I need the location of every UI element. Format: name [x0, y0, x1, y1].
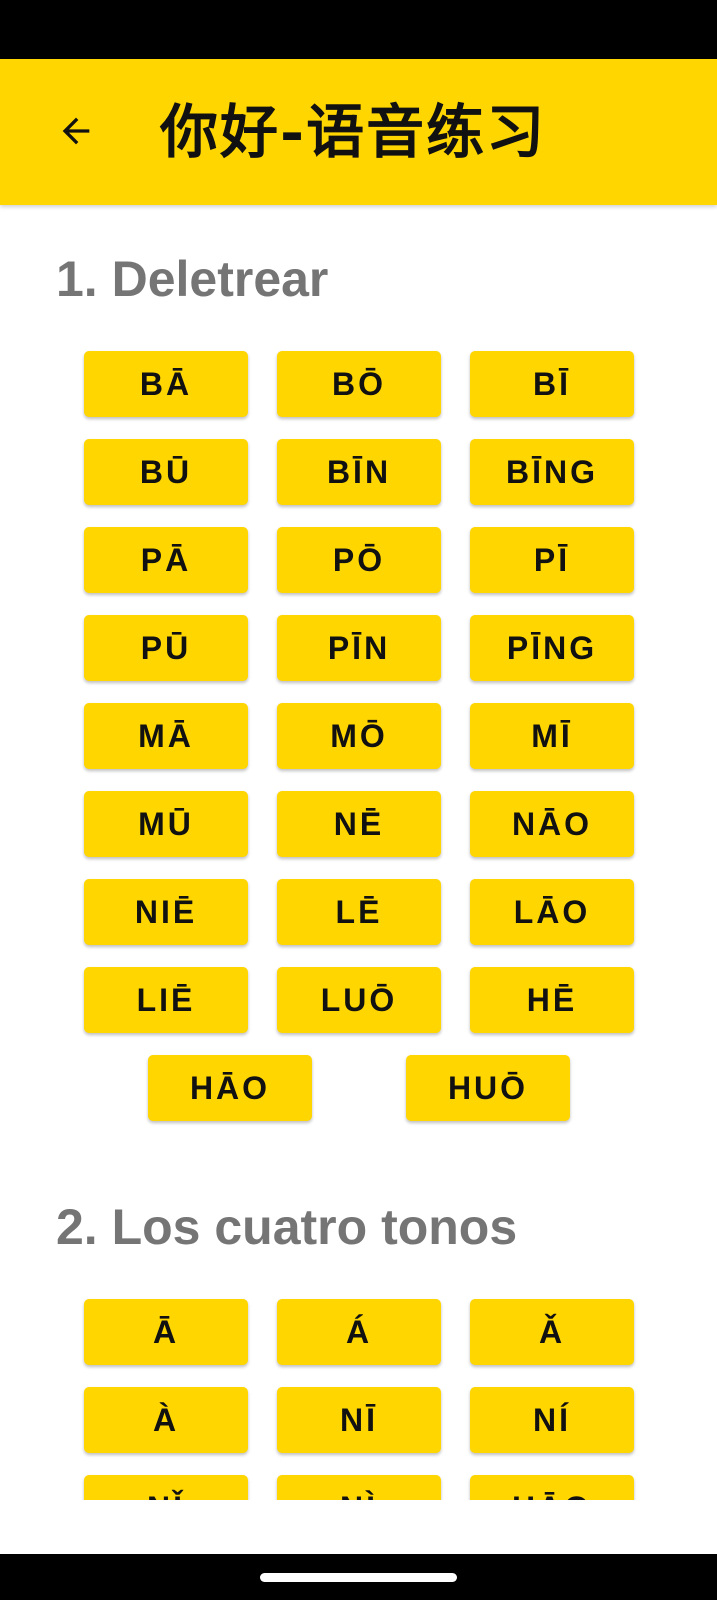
syllable-button[interactable]: LĒ [277, 879, 441, 945]
tones-syllable-grid: ĀÁǍ À NĪ NÍ NǏ NÌ HĀO [84, 1299, 635, 1500]
syllable-button[interactable]: NIĒ [84, 879, 248, 945]
section-title-spelling: 1. Deletrear [56, 251, 329, 307]
syllable-button[interactable]: NÌ [277, 1475, 441, 1500]
syllable-button[interactable]: PŪ [84, 615, 248, 681]
syllable-button[interactable]: MĪ [470, 703, 634, 769]
syllable-button[interactable]: PŌ [277, 527, 441, 593]
syllable-button[interactable]: LĀO [470, 879, 634, 945]
syllable-button[interactable]: BĪNG [470, 439, 634, 505]
syllable-button[interactable]: PĪNG [470, 615, 634, 681]
syllable-button[interactable]: À [84, 1387, 248, 1453]
syllable-button[interactable]: NĀO [470, 791, 634, 857]
syllable-button[interactable]: Ǎ [470, 1299, 634, 1365]
syllable-button[interactable]: BĪN [277, 439, 441, 505]
syllable-button[interactable]: BĀ [84, 351, 248, 417]
syllable-button[interactable]: BĪ [470, 351, 634, 417]
syllable-button[interactable]: Á [277, 1299, 441, 1365]
syllable-button[interactable]: NǏ [84, 1475, 248, 1500]
syllable-button[interactable]: NĒ [277, 791, 441, 857]
syllable-button[interactable]: NĪ [277, 1387, 441, 1453]
status-bar [0, 0, 717, 59]
spelling-last-row: HĀO HUŌ [148, 1055, 570, 1121]
syllable-button[interactable]: BŌ [277, 351, 441, 417]
content-scroll-area[interactable]: 1. Deletrear BĀ BŌ BĪ BŪ BĪN BĪNG PĀ PŌ PĪ PŪ PĪN P… [0, 205, 717, 1500]
home-indicator[interactable] [260, 1573, 457, 1582]
syllable-button[interactable]: HĒ [470, 967, 634, 1033]
app-bar: 你好-语音练习 [0, 59, 717, 205]
section-title-four-tones: 2. Los cuatro tonos [56, 1199, 518, 1255]
syllable-button[interactable]: PĀ [84, 527, 248, 593]
navigation-bar [0, 1554, 717, 1600]
syllable-button[interactable]: MŪ [84, 791, 248, 857]
syllable-button[interactable]: BŪ [84, 439, 248, 505]
syllable-button[interactable]: HĀO [148, 1055, 312, 1121]
back-button[interactable] [48, 103, 104, 159]
syllable-button[interactable]: HUŌ [406, 1055, 570, 1121]
arrow-left-icon [62, 117, 90, 145]
syllable-button[interactable]: PĪ [470, 527, 634, 593]
app-title: 你好-语音练习 [160, 98, 547, 166]
syllable-button[interactable]: NÍ [470, 1387, 634, 1453]
syllable-button[interactable]: Ā [84, 1299, 248, 1365]
syllable-button[interactable]: LUŌ [277, 967, 441, 1033]
spelling-syllable-grid: BĀ BŌ BĪ BŪ BĪN BĪNG PĀ PŌ PĪ PŪ PĪN PĪNG MĀ MŌ MĪ MŪ NĒ… [84, 351, 635, 1033]
syllable-button[interactable]: MĀ [84, 703, 248, 769]
syllable-button[interactable]: MŌ [277, 703, 441, 769]
syllable-button[interactable]: PĪN [277, 615, 441, 681]
syllable-button[interactable]: LIĒ [84, 967, 248, 1033]
syllable-button[interactable]: HĀO [470, 1475, 634, 1500]
